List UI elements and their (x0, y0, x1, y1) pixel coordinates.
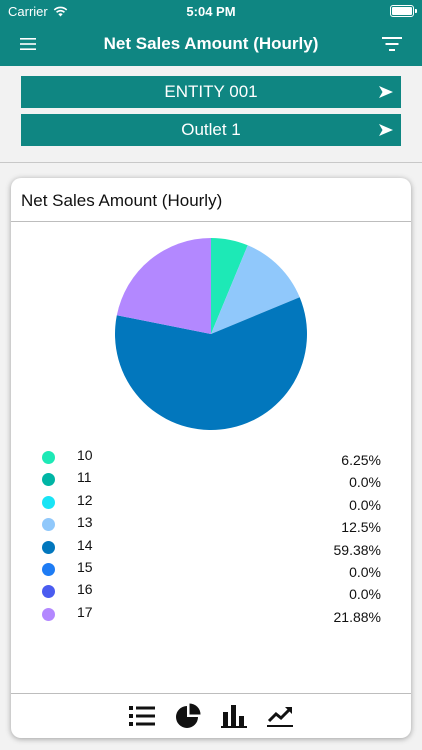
bar-chart-view-button[interactable] (221, 703, 247, 729)
legend-percentage: 6.25% (341, 452, 381, 468)
arrow-right-icon (379, 114, 393, 146)
legend-percentage: 0.0% (349, 496, 381, 513)
legend-percentage: 0.0% (349, 474, 381, 491)
legend-item: 16 0.0% (11, 580, 411, 602)
chart-type-toolbar (11, 694, 411, 738)
nav-bar: Net Sales Amount (Hourly) (0, 22, 422, 66)
legend-item: 10 6.25% (11, 446, 411, 468)
legend-label: 17 (77, 603, 93, 620)
legend-color-dot (42, 540, 55, 554)
legend-item: 15 0.0% (11, 558, 411, 580)
filter-button[interactable] (376, 32, 408, 56)
legend-color-dot (42, 585, 55, 599)
pie-chart-view-button[interactable] (175, 703, 201, 729)
menu-button[interactable] (12, 32, 44, 56)
legend-color-dot (42, 607, 55, 621)
battery-level (392, 7, 412, 15)
legend-percentage: 12.5% (341, 519, 381, 536)
legend-percentage: 0.0% (349, 586, 381, 603)
page-title: Net Sales Amount (Hourly) (103, 34, 319, 53)
legend-item: 11 0.0% (11, 468, 411, 490)
legend-label: 16 (77, 581, 93, 598)
legend-percentage: 21.88% (333, 608, 381, 625)
status-bar: Carrier 5:04 PM (0, 0, 422, 22)
line-chart-view-button[interactable] (267, 703, 293, 729)
legend-color-dot (42, 562, 55, 576)
header-divider (0, 162, 422, 163)
card-title-divider (11, 221, 411, 222)
chart-card: Net Sales Amount (Hourly) 10 6.25% 11 0.0% 1… (11, 178, 411, 738)
legend-label: 11 (77, 469, 92, 486)
legend-item: 14 59.38% (11, 536, 411, 558)
list-icon (129, 706, 155, 726)
arrow-right-icon (379, 76, 393, 108)
legend-label: 10 (77, 447, 93, 463)
legend-label: 13 (77, 514, 93, 531)
chart-card-title: Net Sales Amount (Hourly) (21, 191, 223, 210)
legend-label: 15 (77, 558, 93, 575)
outlet-selector-label: Outlet 1 (181, 120, 241, 139)
legend-color-dot (42, 495, 55, 509)
pie-chart-icon (176, 703, 201, 728)
bar-chart-icon (221, 705, 247, 728)
legend-color-dot (42, 518, 55, 532)
legend-label: 14 (77, 536, 93, 553)
legend-item: 17 21.88% (11, 603, 411, 625)
entity-selector-label: ENTITY 001 (164, 82, 258, 101)
legend-color-dot (42, 473, 55, 487)
status-time: 5:04 PM (186, 4, 236, 19)
chart-legend: 10 6.25% 11 0.0% 12 0.0% 13 12.5% 14 59.38% 15 0.0%… (11, 446, 411, 625)
legend-percentage: 59.38% (333, 541, 381, 558)
entity-selector-button[interactable]: ENTITY 001 (21, 76, 401, 108)
battery-icon (390, 5, 417, 17)
legend-color-dot (42, 451, 55, 464)
legend-percentage: 0.0% (349, 563, 381, 580)
legend-item: 13 12.5% (11, 513, 411, 535)
outlet-selector-button[interactable]: Outlet 1 (21, 114, 401, 146)
hamburger-icon (20, 38, 36, 50)
list-view-button[interactable] (129, 703, 155, 729)
filter-icon (382, 37, 402, 51)
pie-chart[interactable] (115, 238, 307, 430)
legend-item: 12 0.0% (11, 491, 411, 513)
line-chart-icon (267, 707, 293, 727)
legend-label: 12 (77, 491, 93, 508)
